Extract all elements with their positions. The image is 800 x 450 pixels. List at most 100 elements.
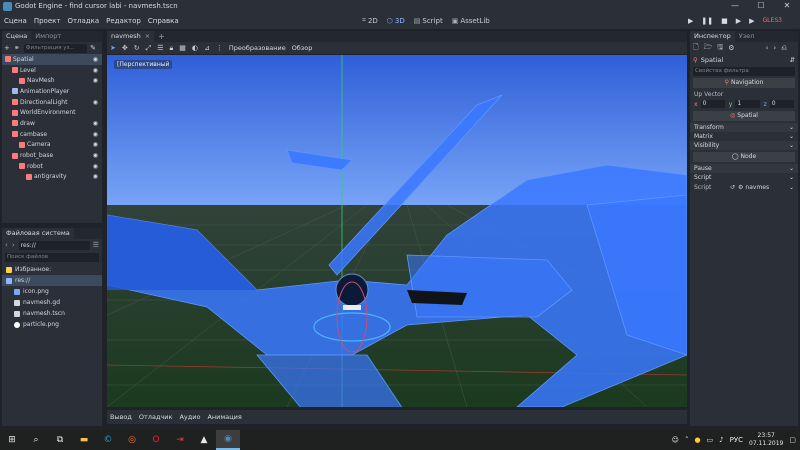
category-visibility[interactable]: Visibility ⌄	[690, 141, 798, 150]
stop-button[interactable]: ■	[721, 17, 728, 25]
scene-tree-node[interactable]: cambase ◉	[2, 129, 102, 140]
filesystem-item[interactable]: navmesh.gd	[2, 297, 102, 308]
new-resource-icon[interactable]: 🗋︎	[693, 43, 699, 54]
perspective-button[interactable]: [Перспективный	[114, 60, 173, 69]
history-forward-icon[interactable]: ›	[773, 44, 776, 52]
godot-taskbar-icon[interactable]: ◉	[216, 430, 240, 450]
close-button[interactable]: ✕	[774, 0, 800, 12]
ccleaner-icon[interactable]: ©	[96, 430, 120, 450]
exit-app-icon[interactable]: ⇥	[168, 430, 192, 450]
scene-tree-node[interactable]: NavMesh ◉	[2, 75, 102, 86]
inspector-filter-input[interactable]: Свойства фильтра	[693, 67, 795, 76]
photos-icon[interactable]: ▲	[192, 430, 216, 450]
play-button[interactable]: ▶	[688, 17, 693, 25]
add-scene-tab-icon[interactable]: +	[158, 32, 165, 41]
pause-button[interactable]: ❚❚	[701, 17, 713, 25]
filesystem-item[interactable]: res://	[2, 275, 102, 286]
visibility-eye-icon[interactable]: ◉	[93, 152, 98, 159]
people-icon[interactable]: ☺	[672, 436, 679, 444]
filesystem-item[interactable]: Избранное:	[2, 264, 102, 275]
script-reload-icon[interactable]: ↺	[730, 184, 735, 191]
close-tab-icon[interactable]: ×	[145, 31, 150, 42]
renderer-select[interactable]: GLES3	[763, 17, 782, 24]
scale-tool-icon[interactable]: ⤢	[146, 44, 152, 53]
viewport-3d[interactable]: [Перспективный	[107, 55, 687, 407]
chevron-down-icon[interactable]: ⌄	[789, 184, 794, 191]
scene-tab-navmesh[interactable]: navmesh ×	[107, 31, 155, 42]
task-view-icon[interactable]: ⧉	[48, 430, 72, 450]
tab-debugger[interactable]: Отладчик	[139, 413, 173, 421]
category-script[interactable]: Script ⌄	[690, 173, 798, 182]
resource-tools-icon[interactable]: ⚙	[728, 44, 734, 52]
visibility-eye-icon[interactable]: ◉	[93, 173, 98, 180]
scene-tree-node[interactable]: draw ◉	[2, 118, 102, 129]
list-select-icon[interactable]: ☰	[157, 44, 163, 52]
visibility-eye-icon[interactable]: ◉	[93, 141, 98, 148]
category-transform[interactable]: Transform ⌄	[690, 123, 798, 132]
workspace-2d[interactable]: ⌗ 2D	[362, 16, 378, 25]
visibility-eye-icon[interactable]: ◉	[93, 163, 98, 170]
visibility-eye-icon[interactable]: ◉	[93, 120, 98, 127]
show-hidden-icons-icon[interactable]: ˄	[685, 436, 689, 444]
menu-help[interactable]: Справка	[148, 17, 179, 25]
tab-inspector[interactable]: Инспектор	[690, 31, 735, 42]
tab-filesystem[interactable]: Файловая система	[2, 228, 74, 239]
history-list-icon[interactable]: ⎌	[781, 44, 787, 53]
list-view-icon[interactable]: ☰	[93, 241, 99, 249]
antivirus-icon[interactable]: ●	[694, 436, 700, 444]
add-node-icon[interactable]: +	[4, 44, 10, 52]
tab-scene[interactable]: Сцена	[2, 31, 32, 42]
notifications-icon[interactable]: ▢	[789, 436, 796, 444]
history-back-icon[interactable]: ‹	[766, 44, 769, 52]
start-button[interactable]: ⊞	[0, 430, 24, 450]
menu-editor[interactable]: Редактор	[106, 17, 141, 25]
scene-tree-node[interactable]: AnimationPlayer	[2, 86, 102, 97]
category-matrix[interactable]: Matrix ⌄	[690, 132, 798, 141]
tab-node[interactable]: Узел	[735, 31, 759, 42]
play-custom-button[interactable]: ▶	[749, 17, 754, 25]
workspace-script[interactable]: ▤ Script	[414, 17, 443, 25]
scene-tree-node[interactable]: Level ◉	[2, 65, 102, 76]
rotate-tool-icon[interactable]: ↻	[134, 44, 140, 52]
tab-audio[interactable]: Аудио	[179, 413, 200, 421]
blender-icon[interactable]: ◎	[120, 430, 144, 450]
menu-scene[interactable]: Сцена	[4, 17, 27, 25]
workspace-assetlib[interactable]: ▣ AssetLib	[452, 17, 490, 25]
save-resource-icon[interactable]: 🖫︎	[717, 43, 723, 54]
tab-animation[interactable]: Анимация	[207, 413, 241, 421]
up-vector-z[interactable]: 0	[769, 100, 794, 108]
script-property-value[interactable]: navmes	[745, 184, 769, 191]
link-icon[interactable]: ⚭	[14, 44, 20, 52]
scene-filter-input[interactable]: Фильтрация уз...	[23, 43, 88, 53]
script-attach-icon[interactable]: ✎	[90, 44, 96, 52]
play-scene-button[interactable]: ▶	[736, 17, 741, 25]
filesystem-item[interactable]: navmesh.tscn	[2, 308, 102, 319]
scene-tree-node[interactable]: Spatial ◉	[2, 54, 102, 65]
lock-icon[interactable]: 🔒︎	[170, 44, 174, 53]
back-arrow-icon[interactable]: ‹	[5, 241, 8, 249]
view-menu[interactable]: Обзор	[292, 44, 313, 52]
menu-debug[interactable]: Отладка	[67, 17, 99, 25]
file-explorer-icon[interactable]: ▬	[72, 430, 96, 450]
visibility-eye-icon[interactable]: ◉	[93, 67, 98, 74]
open-resource-icon[interactable]: 🗁︎	[704, 43, 713, 54]
scene-tree-node[interactable]: DirectionalLight ◉	[2, 97, 102, 108]
scene-tree-node[interactable]: WorldEnvironment	[2, 107, 102, 118]
maximize-button[interactable]: ☐	[748, 0, 774, 12]
move-tool-icon[interactable]: ✥	[122, 44, 128, 52]
opera-icon[interactable]: O	[144, 430, 168, 450]
inspected-object[interactable]: ⚲ Spatial ⇵	[690, 54, 798, 65]
search-icon[interactable]: ⌕	[24, 430, 48, 450]
select-tool-icon[interactable]: ➤	[110, 44, 116, 52]
filesystem-item[interactable]: icon.png	[2, 286, 102, 297]
filesystem-path-input[interactable]: res://	[18, 240, 90, 250]
clock[interactable]: 23:57 07.11.2019	[749, 432, 783, 448]
volume-icon[interactable]: ♪	[719, 436, 723, 444]
category-pause[interactable]: Pause ⌄	[690, 164, 798, 173]
forward-arrow-icon[interactable]: ›	[12, 241, 15, 249]
object-tools-icon[interactable]: ⇵	[790, 56, 795, 64]
filesystem-item[interactable]: particle.png	[2, 319, 102, 330]
filesystem-search-input[interactable]: Поиск файлов	[5, 253, 99, 262]
workspace-3d[interactable]: ⬡ 3D	[387, 17, 405, 25]
menu-project[interactable]: Проект	[34, 17, 61, 25]
